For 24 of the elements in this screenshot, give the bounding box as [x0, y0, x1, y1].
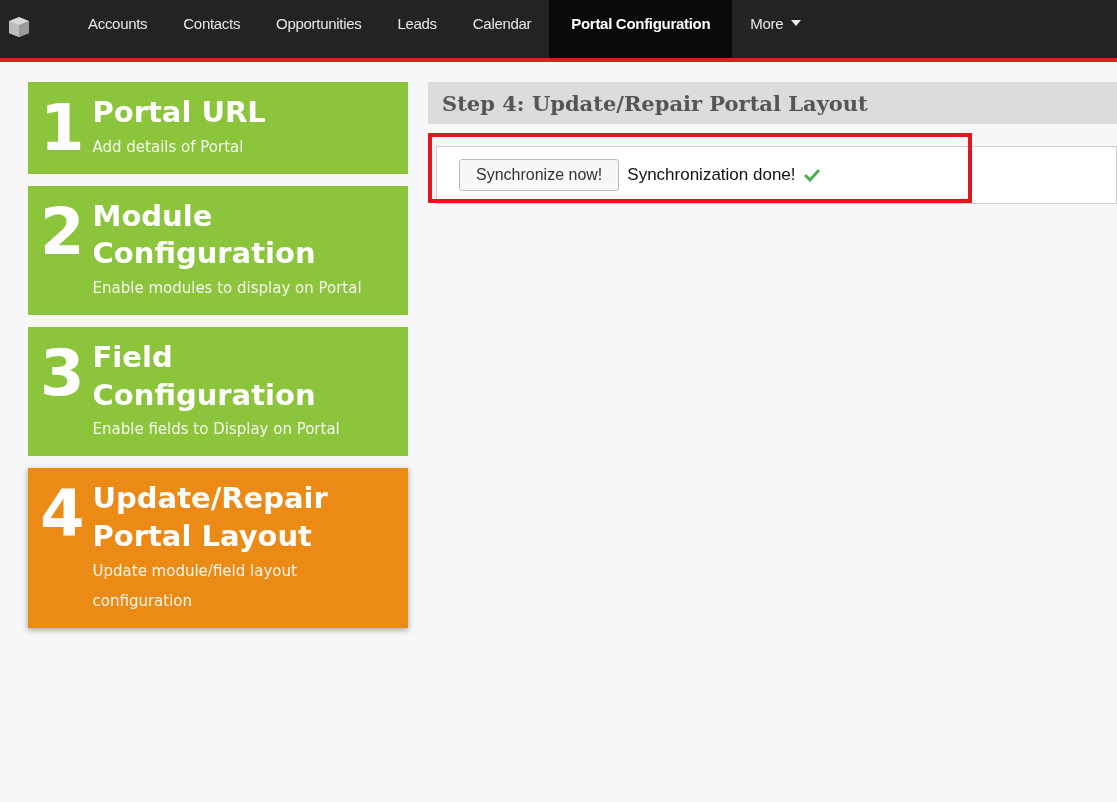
nav-tab[interactable]: Calendar: [454, 0, 550, 58]
status-text: Synchronization done!: [627, 165, 796, 185]
step-description: Enable fields to Display on Portal: [92, 419, 341, 441]
panel-header: Step 4: Update/Repair Portal Layout: [428, 82, 1117, 124]
nav-tab[interactable]: Portal Configuration: [549, 0, 733, 58]
step-title: Portal URL: [92, 94, 266, 131]
step-description: Add details of Portal: [92, 136, 245, 158]
step-number: 4: [40, 482, 85, 554]
step-number: 1: [40, 96, 85, 162]
step-number: 2: [40, 199, 85, 271]
step-number: 3: [40, 341, 85, 413]
nav-tab[interactable]: More: [732, 0, 820, 58]
nav-tab[interactable]: Leads: [379, 0, 455, 58]
step-description: Enable modules to display on Portal: [92, 278, 363, 300]
step-title: Module Configuration: [92, 197, 317, 273]
caret-icon: [791, 20, 802, 26]
step-description: Update module/field layout configuration: [92, 560, 298, 612]
synchronize-button[interactable]: Synchronize now!: [459, 159, 620, 191]
nav-tab[interactable]: Accounts: [70, 0, 166, 58]
step-title: Update/Repair Portal Layout: [92, 480, 329, 556]
nav-tab[interactable]: Contacts: [165, 0, 259, 58]
nav-tab[interactable]: Opportunities: [258, 0, 380, 58]
cube-icon[interactable]: [8, 16, 30, 38]
step-title: Field Configuration: [92, 339, 317, 414]
